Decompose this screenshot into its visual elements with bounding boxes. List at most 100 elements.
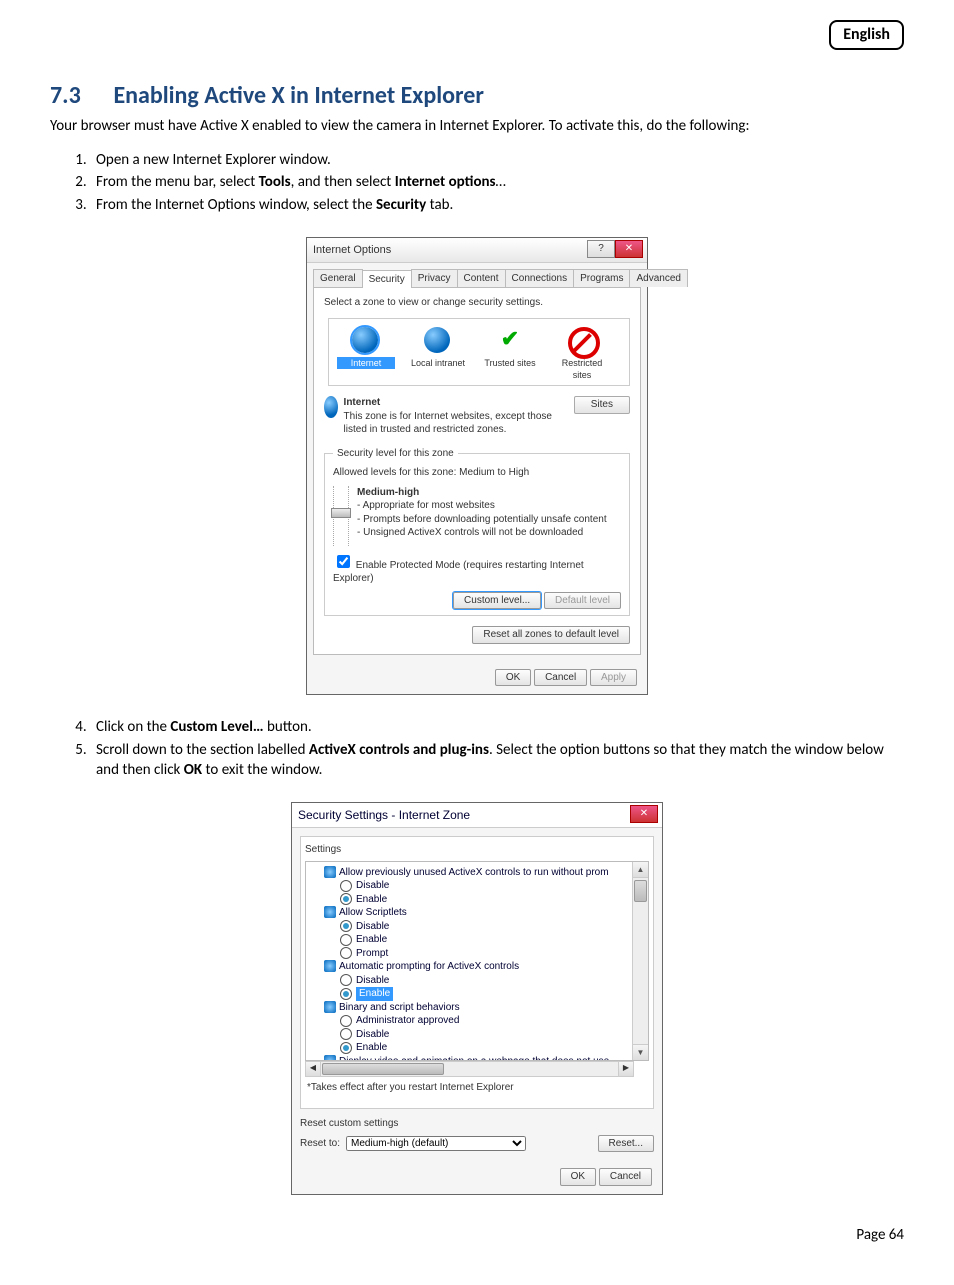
opt-c-enable[interactable]: Enable bbox=[340, 987, 644, 1001]
step-5-frag: Scroll down to the section labelled bbox=[96, 741, 309, 759]
vertical-scrollbar[interactable]: ▲ ▼ bbox=[632, 862, 648, 1060]
reset-to-select[interactable]: Medium-high (default) bbox=[346, 1136, 526, 1151]
cancel-button[interactable]: Cancel bbox=[534, 669, 587, 687]
step-1-text: Open a new Internet Explorer window. bbox=[96, 151, 331, 169]
reset-button[interactable]: Reset... bbox=[598, 1135, 654, 1153]
close-button[interactable]: ✕ bbox=[630, 805, 658, 823]
step-5-bold-ok: OK bbox=[184, 761, 202, 779]
scroll-right-arrow[interactable]: ▶ bbox=[618, 1062, 633, 1076]
reset-custom-label: Reset custom settings bbox=[300, 1117, 654, 1131]
intro-paragraph: Your browser must have Active X enabled … bbox=[50, 116, 904, 136]
tab-programs[interactable]: Programs bbox=[573, 269, 630, 288]
tab-security[interactable]: Security bbox=[362, 270, 412, 289]
scroll-thumb[interactable] bbox=[634, 880, 647, 902]
opt-label: Administrator approved bbox=[356, 1014, 459, 1028]
steps-list-2: Click on the Custom Level… button. Scrol… bbox=[90, 717, 904, 780]
zone-trusted-sites[interactable]: ✔ Trusted sites bbox=[481, 327, 539, 381]
zone-local-intranet[interactable]: Local intranet bbox=[409, 327, 467, 381]
opt-label: Enable bbox=[356, 893, 387, 907]
step-4-frag: Click on the bbox=[96, 718, 170, 736]
protected-mode-checkbox[interactable] bbox=[337, 555, 350, 568]
opt-a-enable[interactable]: Enable bbox=[340, 893, 644, 907]
security-settings-dialog: Security Settings - Internet Zone ✕ Sett… bbox=[291, 802, 663, 1195]
scroll-down-arrow[interactable]: ▼ bbox=[633, 1044, 648, 1060]
reset-to-label: Reset to: bbox=[300, 1137, 340, 1151]
opt-a-disable[interactable]: Disable bbox=[340, 879, 644, 893]
internet-options-dialog: Internet Options ? ✕ General Security Pr… bbox=[306, 237, 648, 695]
step-4: Click on the Custom Level… button. bbox=[90, 717, 904, 737]
opt-label: Disable bbox=[356, 879, 389, 893]
zone-heading: Internet bbox=[344, 397, 381, 408]
globe-icon bbox=[324, 396, 338, 418]
zone-prompt: Select a zone to view or change security… bbox=[324, 296, 630, 310]
opt-d-admin[interactable]: Administrator approved bbox=[340, 1014, 644, 1028]
step-2: From the menu bar, select Tools, and the… bbox=[90, 172, 904, 192]
opt-label: Disable bbox=[356, 974, 389, 988]
item-binary-script: Binary and script behaviors bbox=[339, 1002, 460, 1013]
heading-number: 7.3 bbox=[50, 80, 108, 112]
activex-icon bbox=[324, 1001, 336, 1013]
security-level-group: Security level for this zone Allowed lev… bbox=[324, 447, 630, 617]
dialog-title: Internet Options bbox=[313, 244, 391, 256]
close-button[interactable]: ✕ bbox=[615, 240, 643, 258]
tab-strip: General Security Privacy Content Connect… bbox=[313, 269, 641, 289]
zone-internet-label: Internet bbox=[337, 357, 395, 369]
opt-c-disable[interactable]: Disable bbox=[340, 974, 644, 988]
step-3-bold-security: Security bbox=[376, 196, 426, 214]
heading-title: Enabling Active X in Internet Explorer bbox=[113, 81, 483, 110]
globe-icon bbox=[352, 327, 378, 353]
opt-b-disable[interactable]: Disable bbox=[340, 920, 644, 934]
zone-internet[interactable]: Internet bbox=[337, 327, 395, 381]
level-pt-2: Prompts before downloading potentially u… bbox=[357, 513, 607, 527]
horizontal-scrollbar[interactable]: ◀ ▶ bbox=[305, 1061, 634, 1077]
check-icon: ✔ bbox=[496, 327, 524, 355]
zone-local-label: Local intranet bbox=[409, 357, 467, 369]
level-points: Appropriate for most websites Prompts be… bbox=[357, 499, 607, 540]
tab-general[interactable]: General bbox=[313, 269, 363, 288]
step-5-frag3: to exit the window. bbox=[202, 761, 322, 779]
group-legend: Security level for this zone bbox=[333, 447, 458, 461]
activex-icon bbox=[324, 866, 336, 878]
opt-label: Disable bbox=[356, 920, 389, 934]
allowed-levels: Allowed levels for this zone: Medium to … bbox=[333, 466, 621, 480]
help-button[interactable]: ? bbox=[587, 240, 615, 258]
opt-label-selected: Enable bbox=[356, 987, 393, 1001]
default-level-button[interactable]: Default level bbox=[544, 592, 621, 610]
item-allow-unused: Allow previously unused ActiveX controls… bbox=[339, 867, 609, 878]
step-2-frag2: , and then select bbox=[291, 173, 395, 191]
opt-label: Enable bbox=[356, 933, 387, 947]
tab-content[interactable]: Content bbox=[457, 269, 506, 288]
tab-privacy[interactable]: Privacy bbox=[411, 269, 458, 288]
security-slider[interactable] bbox=[333, 486, 349, 546]
ok-button[interactable]: OK bbox=[495, 669, 531, 687]
opt-d-disable[interactable]: Disable bbox=[340, 1028, 644, 1042]
cancel-button[interactable]: Cancel bbox=[599, 1168, 652, 1186]
language-badge: English bbox=[829, 20, 904, 50]
settings-tree[interactable]: Allow previously unused ActiveX controls… bbox=[305, 861, 649, 1061]
reset-zones-button[interactable]: Reset all zones to default level bbox=[472, 626, 630, 644]
zone-restricted-label: Restricted sites bbox=[553, 357, 611, 381]
opt-b-enable[interactable]: Enable bbox=[340, 933, 644, 947]
opt-b-prompt[interactable]: Prompt bbox=[340, 947, 644, 961]
zone-restricted-sites[interactable]: Restricted sites bbox=[553, 327, 611, 381]
dialog-titlebar: Internet Options ? ✕ bbox=[307, 238, 647, 263]
step-4-bold: Custom Level… bbox=[170, 718, 263, 736]
tab-connections[interactable]: Connections bbox=[505, 269, 575, 288]
scroll-left-arrow[interactable]: ◀ bbox=[306, 1062, 321, 1076]
sites-button[interactable]: Sites bbox=[574, 396, 630, 414]
custom-level-button[interactable]: Custom level... bbox=[453, 592, 541, 610]
step-3-frag: From the Internet Options window, select… bbox=[96, 196, 376, 214]
protected-mode-row: Enable Protected Mode (requires restarti… bbox=[333, 552, 621, 586]
hscroll-thumb[interactable] bbox=[322, 1063, 444, 1075]
opt-label: Prompt bbox=[356, 947, 388, 961]
apply-button[interactable]: Apply bbox=[590, 669, 637, 687]
zone-description: This zone is for Internet websites, exce… bbox=[344, 411, 552, 436]
settings-label: Settings bbox=[305, 843, 649, 857]
opt-d-enable[interactable]: Enable bbox=[340, 1041, 644, 1055]
opt-label: Enable bbox=[356, 1041, 387, 1055]
restricted-icon bbox=[568, 327, 600, 359]
tab-advanced[interactable]: Advanced bbox=[629, 269, 687, 288]
ok-button[interactable]: OK bbox=[560, 1168, 596, 1186]
step-2-frag: From the menu bar, select bbox=[96, 173, 259, 191]
scroll-up-arrow[interactable]: ▲ bbox=[633, 862, 648, 878]
